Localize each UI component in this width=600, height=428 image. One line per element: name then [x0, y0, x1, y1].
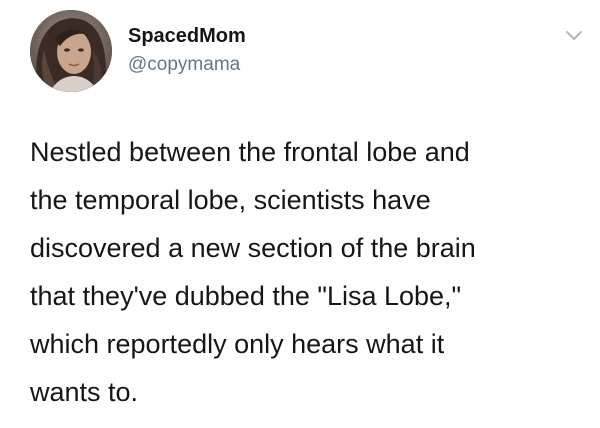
tweet-text-line: the temporal lobe, scientists have — [30, 185, 431, 215]
avatar[interactable] — [30, 10, 112, 92]
tweet-text: Nestled between the frontal lobe and the… — [30, 128, 585, 416]
tweet-text-line: that they've dubbed the "Lisa Lobe," — [30, 281, 462, 311]
display-name[interactable]: SpacedMom — [128, 25, 246, 48]
tweet-text-line: Nestled between the frontal lobe and — [30, 137, 470, 167]
user-handle[interactable]: @copymama — [128, 54, 240, 76]
avatar-photo-icon — [30, 10, 112, 92]
tweet-text-line: which reportedly only hears what it — [30, 329, 445, 359]
tweet-card: SpacedMom @copymama Nestled between the … — [0, 0, 600, 428]
tweet-text-line: discovered a new section of the brain — [30, 233, 476, 263]
chevron-down-icon[interactable] — [563, 28, 585, 44]
tweet-text-line: wants to. — [30, 377, 139, 407]
